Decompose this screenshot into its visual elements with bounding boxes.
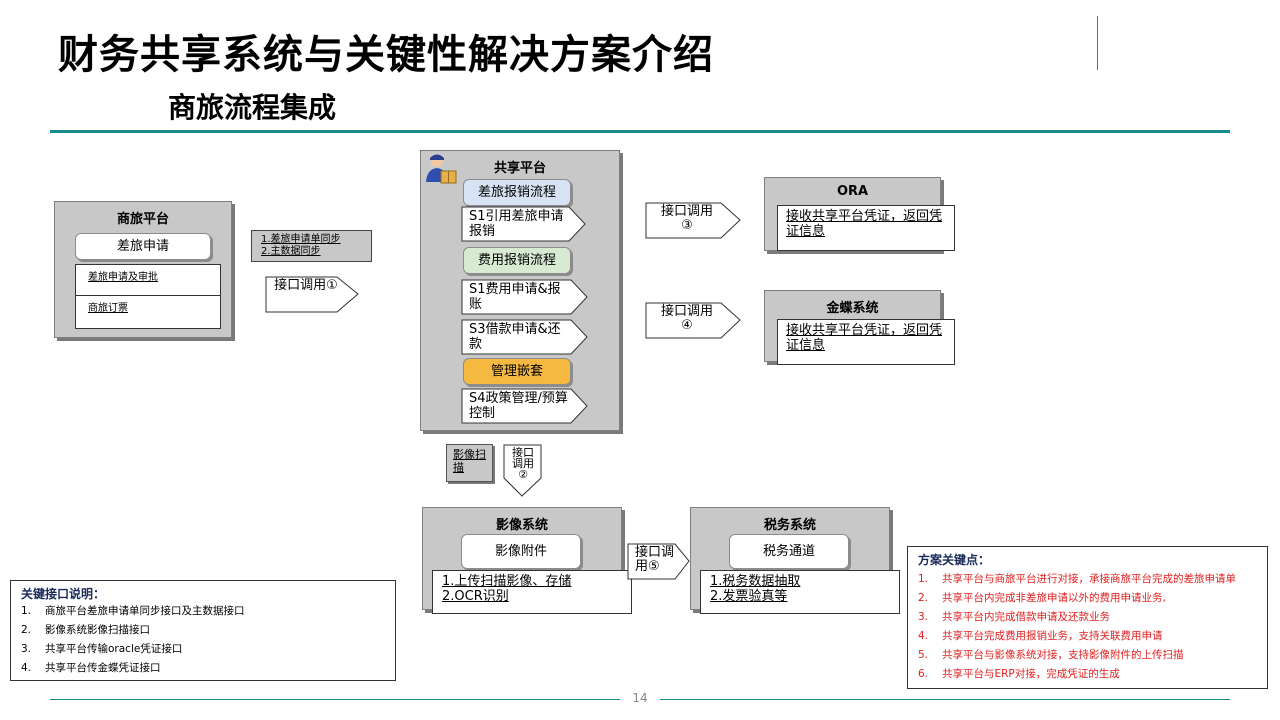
kingdee-desc: 接收共享平台凭证，返回凭证信息 [777,319,955,365]
page-title: 财务共享系统与关键性解决方案介绍 [58,32,714,78]
management-nesting-button[interactable]: 管理嵌套 [463,358,571,385]
solution-point-item: 5. 共享平台与影像系统对接，支持影像附件的上传扫描 [918,649,1184,661]
interface-label-4: 接口调用④ [660,304,713,333]
tax-channel-button[interactable]: 税务通道 [729,534,849,569]
image-system-panel: 影像系统 影像附件 1.上传扫描影像、存储 2.OCR识别 [422,507,632,614]
travel-platform-title: 商旅平台 [116,212,169,227]
key-interfaces-title: 关键接口说明： [21,587,106,601]
interface-label-5: 接口调用⑤ [635,545,675,574]
header-divider [50,130,1230,133]
travel-item-approval[interactable]: 差旅申请及审批 [75,264,221,296]
step-s1-expense[interactable]: S1费用申请&报账 [461,279,589,315]
travel-application-button[interactable]: 差旅申请 [75,233,211,260]
solution-point-item: 6. 共享平台与ERP对接，完成凭证的生成 [918,668,1120,680]
footer-line-left [50,699,620,700]
shared-platform-title: 共享平台 [493,161,546,176]
solution-point-item: 2. 共享平台内完成非差旅申请以外的费用申请业务, [918,592,1166,604]
solution-points-title: 方案关键点： [918,553,991,567]
travel-reimburse-flow-button[interactable]: 差旅报销流程 [463,179,571,206]
sync-info-box: 1.差旅申请单同步 2.主数据同步 [251,230,372,262]
interface-arrow-5: 接口调用⑤ [627,543,691,580]
tax-system-desc: 1.税务数据抽取 2.发票验真等 [700,570,900,614]
solution-point-item: 4. 共享平台完成费用报销业务，支持关联费用申请 [918,630,1163,642]
tax-system-panel: 税务系统 税务通道 1.税务数据抽取 2.发票验真等 [690,507,900,614]
image-system-desc: 1.上传扫描影像、存储 2.OCR识别 [432,570,632,614]
sync-line-2: 2.主数据同步 [261,246,321,257]
step-s3-loan[interactable]: S3借款申请&还款 [461,319,589,355]
interface-label-1: 接口调用① [274,278,338,293]
interface-arrow-4: 接口调用④ [645,302,742,339]
ora-title: ORA [836,184,869,199]
page-subtitle: 商旅流程集成 [168,91,337,124]
key-interface-item: 1. 商旅平台差旅申请单同步接口及主数据接口 [21,605,245,617]
travel-item-ticketing[interactable]: 商旅订票 [75,295,221,329]
tax-system-title: 税务系统 [763,518,816,533]
ora-desc: 接收共享平台凭证，返回凭证信息 [777,205,955,251]
key-interfaces-legend: 关键接口说明： 1. 商旅平台差旅申请单同步接口及主数据接口 2. 影像系统影像扫描… [10,580,396,681]
travel-platform-panel: 商旅平台 差旅申请 差旅申请及审批 商旅订票 [54,201,232,338]
page-number: 14 [632,691,648,705]
kingdee-panel: 金蝶系统 接收共享平台凭证，返回凭证信息 [764,290,955,365]
interface-label-3: 接口调用③ [660,204,713,233]
kingdee-title: 金蝶系统 [826,301,879,316]
key-interface-item: 3. 共享平台传输oracle凭证接口 [21,643,183,655]
interface-arrow-3: 接口调用③ [645,202,742,239]
image-attachment-button[interactable]: 影像附件 [461,534,581,569]
shared-platform-panel: 共享平台 差旅报销流程 S1引用差旅申请报销 费用报销流程 S1费用申请&报账 … [420,150,620,431]
solution-point-item: 3. 共享平台内完成借款申请及还款业务 [918,611,1110,623]
step-s1-travel[interactable]: S1引用差旅申请报销 [461,206,587,242]
interface-arrow-2: 接口调用② [503,444,543,498]
image-system-title: 影像系统 [495,518,548,533]
interface-label-2: 接口调用② [512,446,534,481]
sync-line-1: 1.差旅申请单同步 [261,234,341,245]
header-divider-vertical [1097,16,1098,70]
footer-line-right [660,699,1230,700]
solution-points-legend: 方案关键点： 1. 共享平台与商旅平台进行对接，承接商旅平台完成的差旅申请单 2.… [907,546,1268,689]
image-scan-box: 影像扫描 [446,444,493,482]
step-s4-policy[interactable]: S4政策管理/预算控制 [461,388,589,424]
key-interface-item: 4. 共享平台传金蝶凭证接口 [21,662,161,674]
expense-reimburse-flow-button[interactable]: 费用报销流程 [463,247,571,274]
ora-panel: ORA 接收共享平台凭证，返回凭证信息 [764,177,955,251]
solution-point-item: 1. 共享平台与商旅平台进行对接，承接商旅平台完成的差旅申请单 [918,573,1236,585]
interface-arrow-1: 接口调用① [265,276,360,313]
key-interface-item: 2. 影像系统影像扫描接口 [21,624,150,636]
